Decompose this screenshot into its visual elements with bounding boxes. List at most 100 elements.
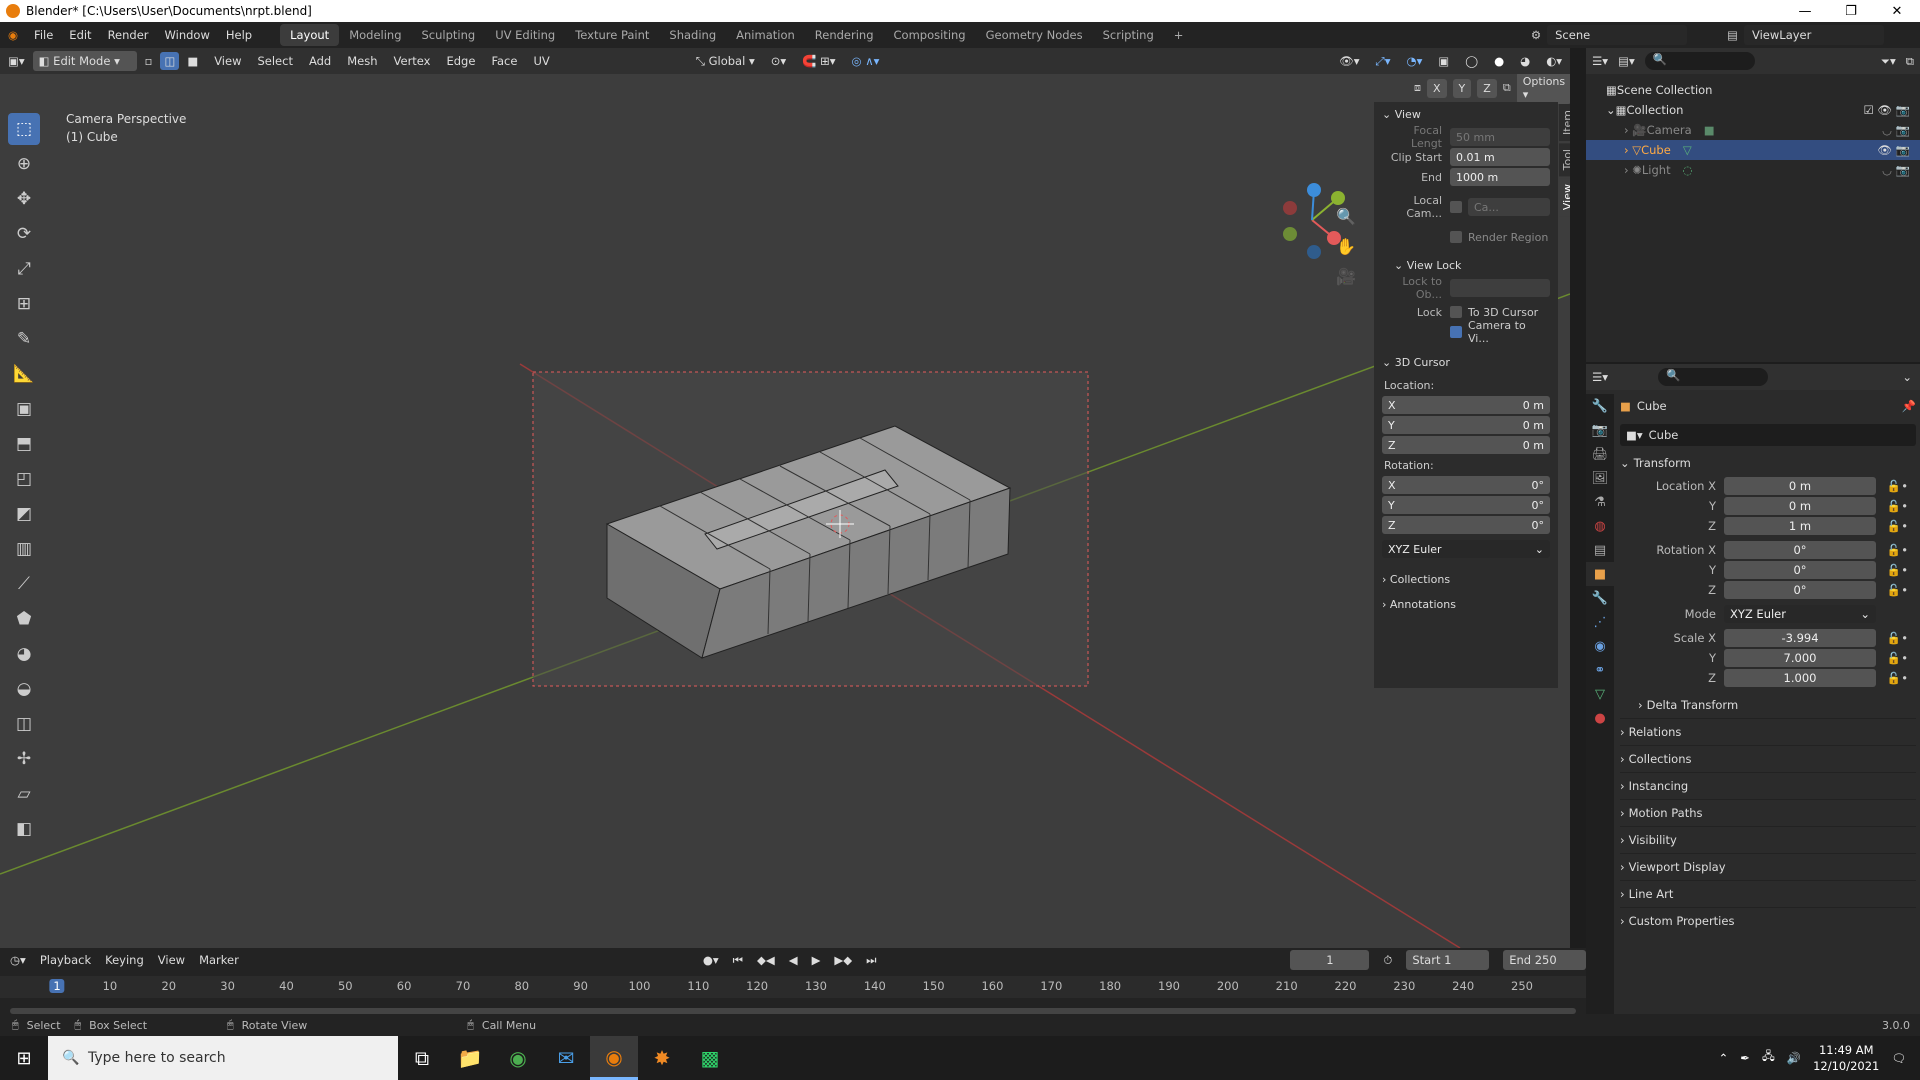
local-camera-field[interactable]: Ca... — [1468, 198, 1550, 216]
app-green-icon[interactable]: ▩ — [686, 1036, 734, 1080]
header-menu-vertex[interactable]: Vertex — [386, 54, 439, 68]
lock-icon[interactable]: 🔓• — [1876, 563, 1908, 577]
taskbar-clock[interactable]: 11:49 AM 12/10/2021 — [1813, 1042, 1879, 1074]
rotation-x-field[interactable]: 0° — [1724, 541, 1876, 559]
volume-icon[interactable]: 🔊 — [1787, 1051, 1801, 1065]
shading-solid-icon[interactable]: ● — [1486, 54, 1512, 68]
object-name-field[interactable]: Cube — [1649, 428, 1679, 442]
chrome-icon[interactable]: ◉ — [494, 1036, 542, 1080]
pen-icon[interactable]: ✒ — [1740, 1051, 1750, 1065]
zoom-icon[interactable]: 🔍 — [1336, 202, 1356, 232]
cursor-rotation-z-field[interactable]: Z 0° — [1382, 516, 1550, 534]
object-tab-icon[interactable]: ■ — [1586, 562, 1614, 586]
blender-taskbar-icon[interactable]: ◉ — [590, 1036, 638, 1080]
location-z-field[interactable]: 1 m — [1724, 517, 1876, 535]
pan-hand-icon[interactable]: ✋ — [1336, 232, 1356, 262]
filter-icon[interactable]: ⏷▾ — [1881, 54, 1896, 69]
rip-tool-icon[interactable]: ◧ — [8, 813, 40, 845]
camera-view-icon[interactable]: 🎥 — [1336, 262, 1356, 292]
collection-label[interactable]: Collection — [1627, 103, 1684, 117]
next-keyframe-icon[interactable]: ▶◆ — [834, 953, 852, 967]
particles-tab-icon[interactable]: ⋰ — [1586, 610, 1614, 634]
properties-options-icon[interactable]: ⌄ — [1902, 370, 1920, 384]
mirror-icon[interactable]: ⧈ — [1414, 81, 1421, 95]
knife-tool-icon[interactable]: ⟋ — [8, 568, 40, 600]
network-icon[interactable]: 🖧 — [1762, 1049, 1775, 1068]
motion-paths-header[interactable]: › Motion Paths — [1620, 799, 1916, 826]
select-box-tool-icon[interactable]: ⬚ — [8, 113, 40, 145]
annotations-header[interactable]: › Annotations — [1374, 592, 1558, 617]
pivot-icon[interactable]: ⊙▾ — [763, 54, 794, 68]
clip-end-field[interactable]: 1000 m — [1450, 168, 1550, 186]
notifications-icon[interactable]: 🗨 — [1891, 1051, 1906, 1065]
material-tab-icon[interactable]: ● — [1586, 706, 1614, 730]
custom-properties-header[interactable]: › Custom Properties — [1620, 907, 1916, 934]
bevel-tool-icon[interactable]: ◩ — [8, 498, 40, 530]
jump-start-icon[interactable]: ⏮ — [733, 953, 743, 968]
camera-to-view-checkbox[interactable] — [1449, 326, 1462, 338]
lock-icon[interactable]: 🔓• — [1876, 651, 1908, 665]
menu-edit[interactable]: Edit — [61, 28, 99, 42]
header-menu-mesh[interactable]: Mesh — [339, 54, 385, 68]
collections-section-header[interactable]: › Collections — [1620, 745, 1916, 772]
lock-to-cursor-checkbox[interactable] — [1450, 306, 1462, 318]
annotate-tool-icon[interactable]: ✎ — [8, 323, 40, 355]
timeline-menu-keying[interactable]: Keying — [105, 953, 144, 967]
new-collection-icon[interactable]: ⧉ — [1906, 54, 1920, 69]
poly-build-tool-icon[interactable]: ⬟ — [8, 603, 40, 635]
spin-tool-icon[interactable]: ◕ — [8, 638, 40, 670]
overlay-icon[interactable]: ◔▾ — [1399, 54, 1431, 68]
frame-ruler[interactable]: 1 10 20 30 40 50 60 70 80 90 100 110 120 130 140 150 160… — [0, 976, 1586, 998]
rotation-y-field[interactable]: 0° — [1724, 561, 1876, 579]
workspace-tab-compositing[interactable]: Compositing — [884, 24, 976, 46]
task-view-icon[interactable]: ⧉ — [398, 1036, 446, 1080]
outliner-search-input[interactable]: 🔍 — [1644, 52, 1755, 70]
clip-start-field[interactable]: 0.01 m — [1450, 148, 1550, 166]
minimize-button[interactable]: — — [1782, 4, 1828, 19]
view-layer-tab-icon[interactable]: 🖼 — [1586, 466, 1614, 490]
orientation-dropdown[interactable]: ⤡ Global ▾ — [688, 54, 763, 69]
cube-visibility-icons[interactable]: 👁 📷 — [1877, 143, 1920, 157]
constraints-tab-icon[interactable]: ⚭ — [1586, 658, 1614, 682]
3d-viewport[interactable]: ⬚ ⊕ ✥ ⟳ ⤢ ⊞ ✎ 📐 ▣ ⬒ ◰ ◩ ▥ ⟋ ⬟ ◕ ◒ ◫ ✢ ▱ … — [0, 74, 1570, 948]
location-x-field[interactable]: 0 m — [1724, 477, 1876, 495]
data-tab-icon[interactable]: ▽ — [1586, 682, 1614, 706]
xray-icon[interactable]: ▣ — [1430, 54, 1457, 68]
workspace-tab-texture-paint[interactable]: Texture Paint — [565, 24, 659, 46]
timeline-editor-icon[interactable]: ◷▾ — [10, 953, 26, 967]
line-art-header[interactable]: › Line Art — [1620, 880, 1916, 907]
blender-menu-icon[interactable]: ◉ — [0, 28, 26, 42]
select-mode-vertex-icon[interactable]: ▫ — [137, 54, 161, 68]
visibility-header[interactable]: › Visibility — [1620, 826, 1916, 853]
header-menu-edge[interactable]: Edge — [438, 54, 483, 68]
collection-visibility-icons[interactable]: ☑ 👁 📷 — [1863, 103, 1920, 117]
start-frame-field[interactable]: Start 1 — [1406, 950, 1490, 970]
display-mode-icon[interactable]: ▤▾ — [1618, 54, 1635, 68]
timeline-menu-view[interactable]: View — [158, 953, 185, 967]
scale-x-field[interactable]: -3.994 — [1724, 629, 1876, 647]
transform-panel-header[interactable]: ⌄ Transform — [1620, 450, 1916, 476]
outliner-item-camera[interactable]: › 🎥 Camera ■ ◡ 📷 — [1586, 120, 1920, 140]
cursor-location-y-field[interactable]: Y 0 m — [1382, 416, 1550, 434]
output-tab-icon[interactable]: 🖨 — [1586, 442, 1614, 466]
lock-icon[interactable]: 🔓• — [1876, 671, 1908, 685]
play-icon[interactable]: ▶ — [812, 953, 821, 967]
collection-tab-icon[interactable]: ▤ — [1586, 538, 1614, 562]
expand-arrow-icon[interactable]: ⌄ — [1606, 103, 1616, 117]
workspace-tab-scripting[interactable]: Scripting — [1093, 24, 1164, 46]
timeline-menu-playback[interactable]: Playback — [40, 953, 91, 967]
header-menu-uv[interactable]: UV — [525, 54, 557, 68]
sidebar-tab-view[interactable]: View — [1559, 178, 1570, 217]
workspace-tab-geometry-nodes[interactable]: Geometry Nodes — [976, 24, 1093, 46]
mirror-axis-y[interactable]: Y — [1452, 78, 1472, 98]
menu-window[interactable]: Window — [157, 28, 218, 42]
record-icon[interactable]: ●▾ — [703, 953, 719, 967]
shading-wire-icon[interactable]: ◯ — [1457, 54, 1486, 68]
gizmo-icon[interactable]: ⤢▾ — [1368, 54, 1399, 69]
proportional-edit-icon[interactable]: ◎ ∧▾ — [844, 54, 888, 68]
app-sunburst-icon[interactable]: ✸ — [638, 1036, 686, 1080]
local-camera-checkbox[interactable] — [1450, 201, 1462, 213]
outliner-item-light[interactable]: › ✺ Light ◌ ◡ 📷 — [1586, 160, 1920, 180]
sidebar-tab-item[interactable]: Item — [1559, 104, 1570, 142]
properties-editor-icon[interactable]: ☰▾ — [1592, 370, 1608, 384]
